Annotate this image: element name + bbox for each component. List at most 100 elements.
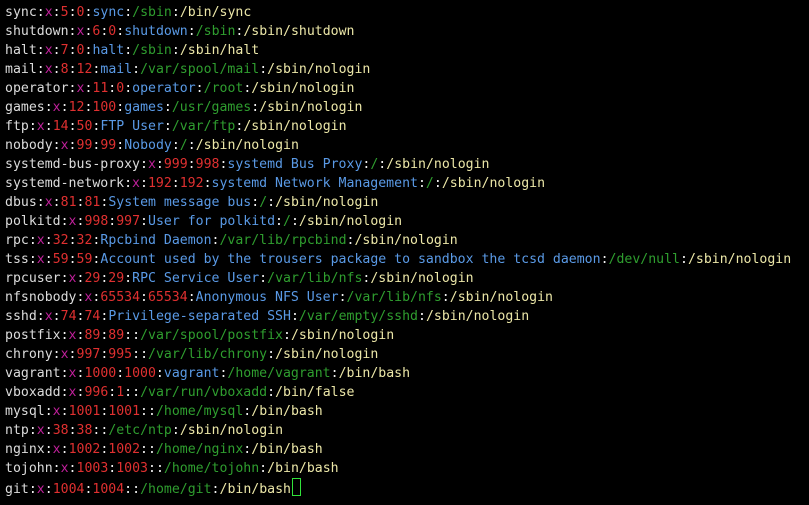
uid-field: 81 (60, 195, 77, 210)
gid-field: 74 (84, 309, 101, 324)
gid-field: 32 (76, 233, 93, 248)
username: dbus (5, 195, 37, 210)
username: rpcuser (5, 271, 61, 286)
uid-field: 996 (84, 385, 109, 400)
login-shell: /sbin/nologin (449, 290, 553, 305)
field-separator: : (148, 404, 156, 419)
field-separator: : (124, 271, 133, 286)
field-separator: : (290, 309, 299, 324)
field-separator: : (60, 366, 69, 381)
gecos-field: FTP User (100, 119, 164, 134)
gecos-field: operator (132, 81, 196, 96)
field-separator: : (275, 214, 283, 229)
field-separator: : (132, 347, 141, 362)
field-separator: : (187, 24, 196, 39)
login-shell: /sbin/nologin (275, 195, 379, 210)
gid-field: 89 (108, 328, 125, 343)
field-separator: : (44, 233, 53, 248)
gecos-field: Rpcbind Daemon (100, 233, 212, 248)
gecos-field: Account used by the trousers package to … (100, 252, 601, 267)
passwd-line: ftp:x:14:50:FTP User:/var/ftp:/sbin/nolo… (5, 117, 809, 136)
passwd-line: chrony:x:997:995::/var/lib/chrony:/sbin/… (5, 345, 809, 364)
gid-field: 29 (108, 271, 125, 286)
field-separator: : (52, 62, 61, 77)
field-separator: : (52, 461, 61, 476)
field-separator: : (124, 482, 133, 497)
field-separator: : (44, 252, 53, 267)
home-dir: /var/spool/postfix (140, 328, 283, 343)
uid-field: 8 (60, 62, 69, 77)
home-dir: / (259, 195, 268, 210)
passwd-line: rpc:x:32:32:Rpcbind Daemon:/var/lib/rpcb… (5, 231, 809, 250)
username: tss (5, 252, 29, 267)
login-shell: /sbin/nologin (425, 309, 530, 324)
field-separator: : (441, 290, 450, 305)
uid-field: 997 (76, 347, 101, 362)
login-shell: /sbin/halt (179, 43, 260, 58)
gid-field: 50 (76, 119, 93, 134)
home-dir: /home/nginx (155, 442, 244, 457)
field-separator: : (140, 347, 149, 362)
home-dir: /sbin (195, 24, 236, 39)
field-separator: : (44, 100, 53, 115)
username: ftp (5, 119, 29, 134)
field-separator: : (155, 157, 164, 172)
field-separator: : (36, 195, 45, 210)
login-shell: /bin/false (275, 385, 355, 400)
field-separator: : (68, 62, 77, 77)
uid-field: 11 (92, 81, 109, 96)
login-shell: /sbin/nologin (243, 119, 347, 134)
home-dir: / (425, 176, 434, 191)
field-separator: : (60, 100, 69, 115)
field-separator: : (44, 404, 53, 419)
passwd-line: sync:x:5:0:sync:/sbin:/bin/sync (5, 3, 809, 22)
gid-field: 65534 (147, 290, 188, 305)
password-field: x (60, 461, 69, 476)
field-separator: : (171, 423, 180, 438)
uid-field: 1001 (68, 404, 101, 419)
home-dir: /home/vagrant (227, 366, 331, 381)
passwd-line: tojohn:x:1003:1003::/home/tojohn:/bin/ba… (5, 459, 809, 478)
gecos-field: mail (100, 62, 133, 77)
gid-field: 0 (116, 81, 125, 96)
gecos-field: systemd Network Management (211, 176, 418, 191)
home-dir: /var/spool/mail (140, 62, 260, 77)
username: tojohn (5, 461, 53, 476)
login-shell: /sbin/nologin (354, 233, 458, 248)
field-separator: : (132, 385, 141, 400)
uid-field: 29 (84, 271, 101, 286)
field-separator: : (171, 176, 180, 191)
passwd-line: nfsnobody:x:65534:65534:Anonymous NFS Us… (5, 288, 809, 307)
gid-field: 38 (76, 423, 93, 438)
field-separator: : (124, 385, 133, 400)
username: ntp (5, 423, 29, 438)
gecos-field: RPC Service User (132, 271, 260, 286)
field-separator: : (68, 43, 77, 58)
terminal-window[interactable]: sync:x:5:0:sync:/sbin:/bin/sync shutdown:… (0, 0, 809, 505)
uid-field: 99 (76, 138, 93, 153)
field-separator: : (124, 43, 133, 58)
passwd-line: sshd:x:74:74:Privilege-separated SSH:/va… (5, 307, 809, 326)
uid-field: 1003 (76, 461, 109, 476)
field-separator: : (140, 442, 148, 457)
gid-field: 995 (108, 347, 133, 362)
uid-field: 1002 (68, 442, 101, 457)
home-dir: /usr/games (171, 100, 252, 115)
field-separator: : (36, 43, 45, 58)
login-shell: /sbin/nologin (298, 214, 403, 229)
login-shell: /sbin/nologin (370, 271, 474, 286)
field-separator: : (195, 81, 204, 96)
field-separator: : (259, 62, 268, 77)
field-separator: : (163, 100, 172, 115)
username: rpc (5, 233, 29, 248)
field-separator: : (330, 366, 339, 381)
uid-field: 89 (84, 328, 101, 343)
field-separator: : (52, 43, 61, 58)
field-separator: : (68, 138, 77, 153)
login-shell: /sbin/nologin (251, 81, 355, 96)
username: halt (5, 43, 37, 58)
field-separator: : (267, 385, 276, 400)
field-separator: : (148, 442, 156, 457)
home-dir: /etc/ntp (108, 423, 172, 438)
passwd-line: halt:x:7:0:halt:/sbin:/sbin/halt (5, 41, 809, 60)
